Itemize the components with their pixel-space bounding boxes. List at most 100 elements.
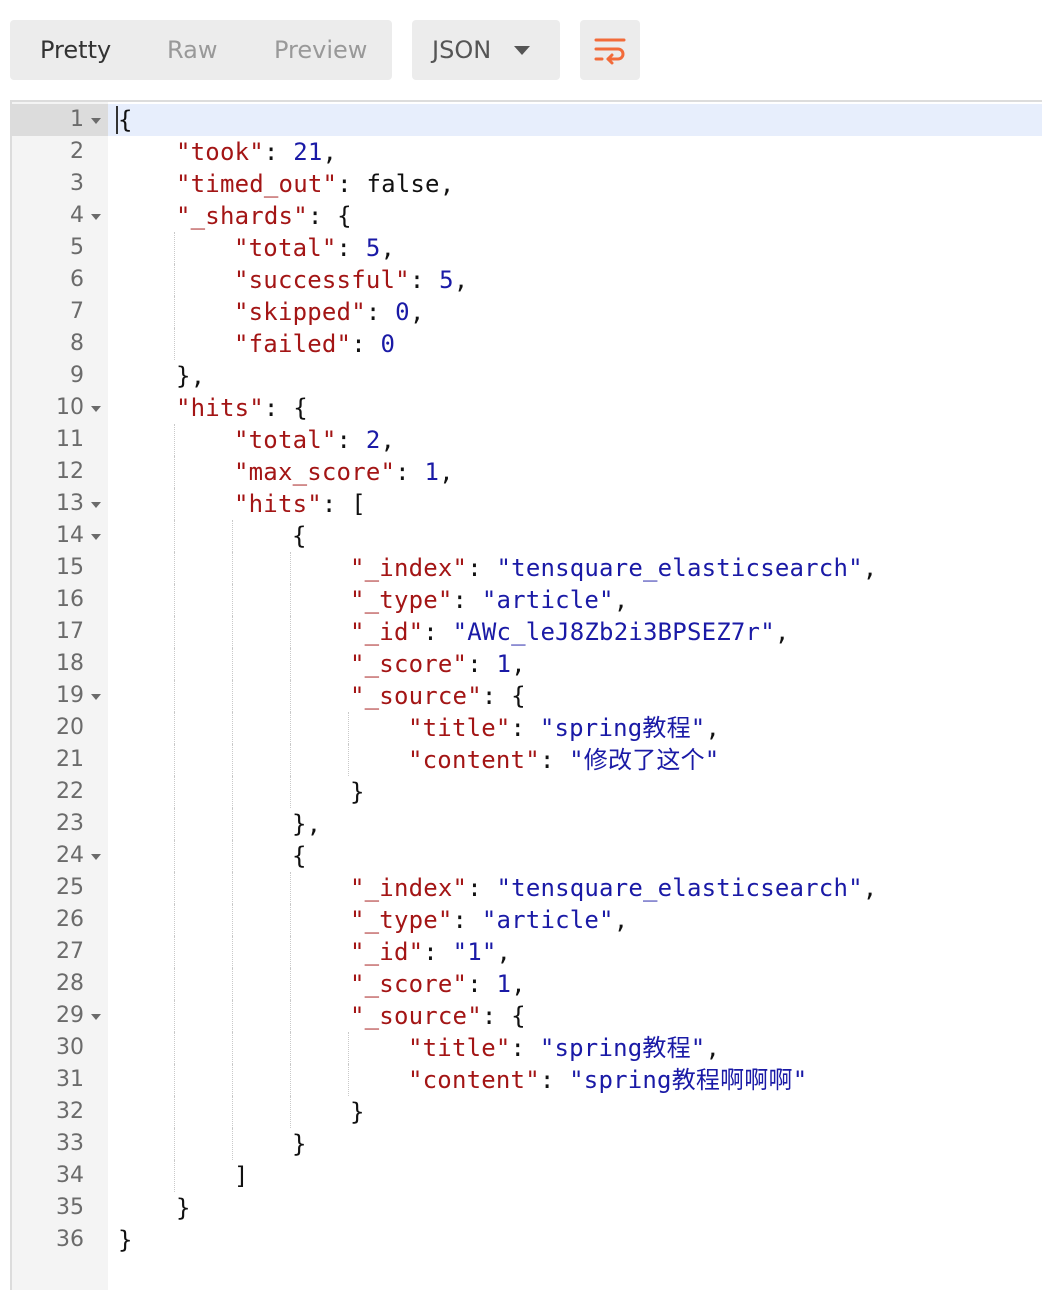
- json-string: "spring教程": [539, 1034, 706, 1062]
- indent-guide: [290, 744, 291, 776]
- json-key: "_shards": [176, 202, 308, 230]
- line-number: 5: [70, 235, 84, 260]
- indent-guide: [174, 936, 175, 968]
- fold-caret-icon[interactable]: [91, 534, 101, 540]
- json-string: "spring教程": [539, 714, 706, 742]
- json-punctuation: : {: [481, 1002, 526, 1030]
- fold-caret-icon[interactable]: [91, 694, 101, 700]
- code-line: 22}: [12, 776, 1042, 808]
- json-punctuation: :: [452, 906, 482, 934]
- code-line: 26 "_type": "article",: [12, 904, 1042, 936]
- json-number: 0: [395, 298, 410, 326]
- json-number: 1: [496, 970, 512, 998]
- indent-guide: [174, 296, 175, 328]
- json-punctuation: {: [292, 522, 307, 550]
- indent-guide: [174, 616, 175, 648]
- line-number: 32: [56, 1099, 84, 1124]
- fold-caret-icon[interactable]: [91, 1014, 101, 1020]
- line-number: 11: [56, 427, 84, 452]
- indent-guide: [232, 1000, 233, 1032]
- json-punctuation: : false,: [337, 170, 455, 198]
- json-punctuation: :: [539, 746, 570, 774]
- line-number: 33: [56, 1131, 84, 1156]
- indent-guide: [232, 680, 233, 712]
- fold-caret-icon[interactable]: [91, 118, 101, 124]
- json-number: 1: [496, 650, 512, 678]
- fold-caret-icon[interactable]: [91, 502, 101, 508]
- response-body-editor[interactable]: 1{2 "took": 21, 3 "timed_out": false, 4 "_sha…: [10, 100, 1042, 1290]
- json-key: "title": [408, 1034, 511, 1062]
- indent-guide: [174, 488, 175, 520]
- indent-guide: [290, 936, 291, 968]
- json-key: "max_score": [234, 458, 396, 486]
- view-mode-segmented-control: Pretty Raw Preview: [10, 20, 392, 80]
- indent-guide: [232, 904, 233, 936]
- fold-caret-icon[interactable]: [91, 406, 101, 412]
- code-line: 13 "hits": [: [12, 488, 1042, 520]
- fold-caret-icon[interactable]: [91, 214, 101, 220]
- json-punctuation: ,: [862, 874, 878, 902]
- indent-guide: [290, 648, 291, 680]
- json-punctuation: : {: [263, 394, 308, 422]
- json-punctuation: },: [292, 810, 322, 838]
- code-text: "_source": {: [350, 680, 526, 712]
- tab-preview[interactable]: Preview: [274, 20, 367, 80]
- wrap-lines-button[interactable]: [580, 20, 640, 80]
- line-number: 35: [56, 1195, 84, 1220]
- line-number: 29: [56, 1003, 84, 1028]
- json-key: "hits": [176, 394, 264, 422]
- format-select[interactable]: JSON: [412, 20, 560, 80]
- code-text: }: [350, 1096, 365, 1128]
- json-key: "_source": [350, 682, 482, 710]
- json-number: 5: [439, 266, 454, 294]
- json-key: "_id": [350, 938, 424, 966]
- json-key: "content": [408, 1066, 540, 1094]
- tab-raw[interactable]: Raw: [167, 20, 217, 80]
- json-punctuation: }: [118, 1226, 133, 1254]
- indent-guide: [174, 552, 175, 584]
- json-punctuation: ,: [409, 298, 425, 326]
- json-punctuation: : [: [321, 490, 366, 518]
- tab-pretty[interactable]: Pretty: [40, 20, 111, 80]
- indent-guide: [290, 616, 291, 648]
- code-line: 24 {: [12, 840, 1042, 872]
- line-number: 15: [56, 555, 84, 580]
- code-text: ]: [234, 1160, 249, 1192]
- indent-guide: [232, 712, 233, 744]
- indent-guide: [290, 712, 291, 744]
- code-line: 1{: [12, 104, 1042, 136]
- indent-guide: [232, 808, 233, 840]
- json-key: "timed_out": [176, 170, 338, 198]
- line-number: 8: [70, 331, 84, 356]
- json-punctuation: :: [467, 874, 497, 902]
- line-number: 25: [56, 875, 84, 900]
- code-line: 11 "total": 2,: [12, 424, 1042, 456]
- code-line: 20 "title": "spring教程",: [12, 712, 1042, 744]
- indent-guide: [290, 904, 291, 936]
- indent-guide: [232, 552, 233, 584]
- code-line: 30 "title": "spring教程",: [12, 1032, 1042, 1064]
- code-line: 35}: [12, 1192, 1042, 1224]
- fold-caret-icon[interactable]: [91, 854, 101, 860]
- json-punctuation: :: [263, 138, 294, 166]
- indent-guide: [232, 872, 233, 904]
- json-number: 0: [380, 330, 396, 358]
- json-string: "spring教程啊啊啊": [569, 1066, 808, 1094]
- json-string: "1": [452, 938, 497, 966]
- json-punctuation: :: [539, 1066, 570, 1094]
- json-string: "修改了这个": [569, 746, 720, 774]
- line-number: 16: [56, 587, 84, 612]
- indent-guide: [348, 712, 349, 744]
- indent-guide: [232, 520, 233, 552]
- indent-guide: [174, 1128, 175, 1160]
- code-text: "_type": "article",: [350, 904, 628, 936]
- json-punctuation: ,: [613, 906, 629, 934]
- line-number: 4: [70, 203, 84, 228]
- json-key: "_type": [350, 586, 453, 614]
- indent-guide: [174, 1000, 175, 1032]
- indent-guide: [232, 1096, 233, 1128]
- json-key: "_score": [350, 650, 468, 678]
- json-key: "successful": [234, 266, 410, 294]
- json-punctuation: : {: [481, 682, 526, 710]
- indent-guide: [232, 968, 233, 1000]
